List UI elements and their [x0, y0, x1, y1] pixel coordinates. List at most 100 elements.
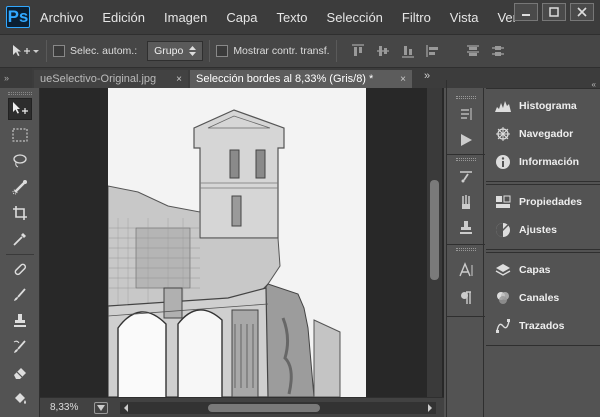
brush-presets-button[interactable] — [456, 166, 476, 186]
panel-item-capas[interactable]: Capas — [494, 261, 551, 279]
rect-marquee-icon — [12, 128, 28, 142]
panel-grip[interactable] — [456, 96, 476, 99]
separator — [46, 40, 47, 62]
distribute-vcenter-icon[interactable] — [491, 44, 505, 58]
brushes-icon — [462, 195, 470, 209]
align-vcenter-icon[interactable] — [376, 44, 390, 58]
photoshop-logo: Ps — [6, 6, 30, 28]
marquee-tool[interactable] — [8, 124, 32, 146]
vertical-scroll-thumb[interactable] — [430, 180, 439, 280]
show-transform-checkbox[interactable] — [216, 45, 229, 57]
bandage-icon — [14, 263, 27, 276]
menu-vista[interactable]: Vista — [450, 10, 479, 25]
tab-label: ueSelectivo-Original.jpg — [40, 73, 157, 85]
auto-select-target-select[interactable]: Grupo — [147, 41, 204, 61]
collapsed-panels-column — [446, 80, 485, 417]
healing-brush-tool[interactable] — [8, 258, 32, 280]
paragraph-panel-button[interactable] — [456, 288, 476, 308]
brush-tool[interactable] — [8, 284, 32, 306]
separator — [447, 244, 485, 245]
document-canvas-area[interactable] — [40, 88, 444, 397]
clone-source-button[interactable] — [456, 218, 476, 238]
paragraph-icon — [461, 291, 471, 304]
stamp-icon — [14, 314, 26, 327]
distribute-top-icon[interactable] — [466, 44, 480, 58]
histogram-icon — [494, 97, 512, 115]
maximize-button[interactable] — [542, 3, 566, 21]
tools-panel — [0, 88, 40, 417]
actions-panel-button[interactable] — [456, 130, 476, 150]
lasso-icon — [13, 154, 27, 168]
menu-filtro[interactable]: Filtro — [402, 10, 431, 25]
vertical-scrollbar[interactable] — [427, 88, 442, 397]
panel-label: Histograma — [519, 100, 577, 112]
brush-panel-button[interactable] — [456, 192, 476, 212]
separator — [447, 316, 485, 317]
channels-icon — [494, 289, 512, 307]
panel-item-canales[interactable]: Canales — [494, 289, 559, 307]
horizontal-scrollbar[interactable] — [120, 402, 436, 414]
move-tool[interactable] — [8, 98, 32, 120]
auto-select-checkbox[interactable] — [53, 45, 65, 57]
panel-item-histograma[interactable]: Histograma — [494, 97, 577, 115]
close-window-button[interactable] — [570, 3, 594, 21]
minimize-button[interactable] — [514, 3, 538, 21]
zoom-level[interactable]: 8,33% — [40, 402, 88, 413]
play-icon — [461, 134, 472, 146]
brush-icon — [14, 288, 26, 301]
options-bar: Selec. autom.: Grupo Mostrar contr. tran… — [0, 34, 600, 68]
panel-item-informacion[interactable]: Información — [494, 153, 579, 171]
history-icon — [461, 108, 472, 120]
tabs-overflow-button[interactable]: » — [424, 70, 430, 82]
align-top-icon[interactable] — [351, 44, 365, 58]
panel-header-bar: « — [486, 80, 600, 89]
move-tool-preset-icon[interactable] — [10, 43, 40, 59]
status-info-icon[interactable] — [94, 401, 108, 414]
tools-expand-button[interactable]: » — [0, 68, 32, 88]
panel-grip[interactable] — [456, 158, 476, 161]
menu-imagen[interactable]: Imagen — [164, 10, 207, 25]
tab-document-original[interactable]: ueSelectivo-Original.jpg × — [34, 70, 188, 88]
history-panel-button[interactable] — [456, 104, 476, 124]
lasso-tool[interactable] — [8, 150, 32, 172]
separator — [6, 254, 34, 255]
panel-grip[interactable] — [8, 92, 32, 95]
panel-grip[interactable] — [456, 248, 476, 251]
eyedropper-tool[interactable] — [8, 228, 32, 250]
tab-document-seleccion-bordes[interactable]: Selección bordes al 8,33% (Gris/8) * × — [190, 70, 412, 88]
eraser-tool[interactable] — [8, 362, 32, 384]
tab-close-icon[interactable]: × — [176, 74, 182, 85]
align-bottom-icon[interactable] — [401, 44, 415, 58]
paint-bucket-tool[interactable] — [8, 388, 32, 410]
layers-icon — [494, 261, 512, 279]
character-panel-button[interactable] — [456, 260, 476, 280]
panel-item-propiedades[interactable]: Propiedades — [494, 193, 582, 211]
menu-archivo[interactable]: Archivo — [40, 10, 83, 25]
scroll-left-icon[interactable] — [122, 402, 130, 414]
panel-header-bar — [447, 80, 485, 88]
panel-label: Información — [519, 156, 580, 168]
image-canvas[interactable] — [108, 88, 366, 397]
panel-item-navegador[interactable]: Navegador — [494, 125, 573, 143]
panel-label: Propiedades — [519, 196, 583, 208]
separator — [447, 154, 485, 155]
menu-seleccion[interactable]: Selección — [327, 10, 383, 25]
horizontal-scroll-thumb[interactable] — [208, 404, 320, 412]
clone-stamp-tool[interactable] — [8, 310, 32, 332]
crop-icon — [13, 206, 27, 220]
church-sketch-image — [108, 88, 366, 397]
panel-item-ajustes[interactable]: Ajustes — [494, 221, 557, 239]
scroll-right-icon[interactable] — [426, 402, 434, 414]
menu-texto[interactable]: Texto — [276, 10, 307, 25]
tab-close-icon[interactable]: × — [400, 74, 406, 85]
auto-select-label: Selec. autom.: — [70, 45, 138, 57]
quick-select-tool[interactable] — [8, 176, 32, 198]
brush-presets-icon — [460, 171, 472, 183]
crop-tool[interactable] — [8, 202, 32, 224]
align-left-icon[interactable] — [426, 44, 440, 58]
history-brush-tool[interactable] — [8, 336, 32, 358]
panel-item-trazados[interactable]: Trazados — [494, 317, 565, 335]
menu-capa[interactable]: Capa — [226, 10, 257, 25]
paint-bucket-icon — [15, 393, 26, 404]
menu-edicion[interactable]: Edición — [102, 10, 145, 25]
